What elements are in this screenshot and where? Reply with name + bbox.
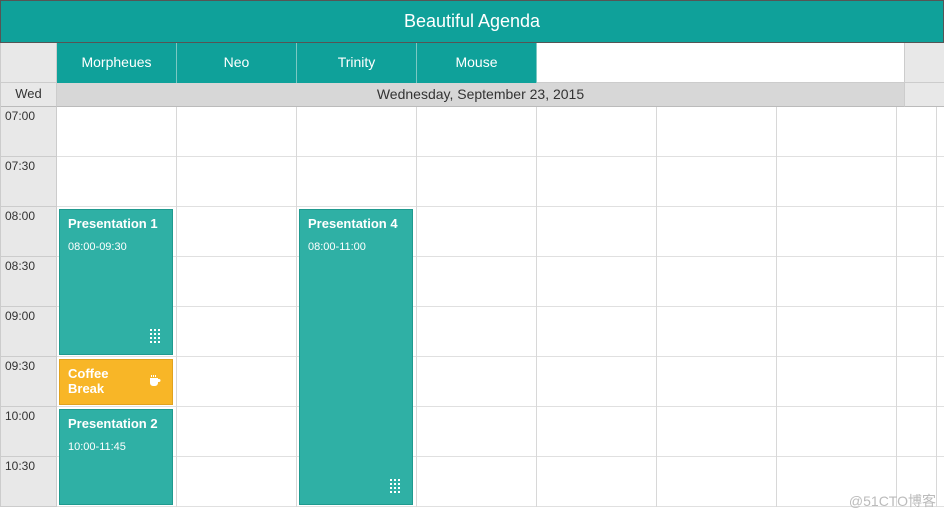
coffee-cup-icon (148, 373, 164, 389)
coffee-break-appointment[interactable]: Coffee Break (59, 359, 173, 405)
resource-tab[interactable]: Morpheues (57, 43, 177, 83)
appointment-title: Presentation 4 (308, 216, 404, 231)
time-slot-label: 07:30 (1, 157, 56, 207)
resource-column[interactable] (417, 107, 537, 507)
resource-tabs: MorpheuesNeoTrinityMouse (57, 43, 944, 83)
time-slot-label: 10:00 (1, 407, 56, 457)
resource-tab[interactable]: Neo (177, 43, 297, 83)
resource-tab[interactable]: Mouse (417, 43, 537, 83)
calendar-grid: 07:0007:3008:0008:3009:0009:3010:0010:30… (0, 107, 944, 507)
presentation-appointment[interactable]: Presentation 4 08:00-11:00 (299, 209, 413, 505)
title-bar: Beautiful Agenda (0, 0, 944, 43)
time-column: 07:0007:3008:0008:3009:0009:3010:0010:30 (1, 107, 57, 507)
appointment-title: Presentation 2 (68, 416, 164, 431)
header-far (904, 43, 944, 83)
drag-grip-icon[interactable] (390, 479, 404, 500)
drag-grip-icon[interactable] (150, 329, 164, 350)
resource-column[interactable] (177, 107, 297, 507)
time-slot-label: 08:00 (1, 207, 56, 257)
resource-header-row: MorpheuesNeoTrinityMouse (0, 43, 944, 83)
appointment-time: 10:00-11:45 (68, 441, 164, 453)
appointment-time: 08:00-09:30 (68, 241, 164, 253)
day-header-end (904, 83, 944, 107)
appointment-title: Coffee Break (68, 366, 164, 396)
appointment-title: Presentation 1 (68, 216, 164, 231)
app-title: Beautiful Agenda (404, 11, 540, 31)
time-slot-label: 08:30 (1, 257, 56, 307)
time-slot-label: 10:30 (1, 457, 56, 507)
presentation-appointment[interactable]: Presentation 1 08:00-09:30 (59, 209, 173, 355)
day-header-row: Wed Wednesday, September 23, 2015 (0, 83, 944, 107)
day-full-label: Wednesday, September 23, 2015 (57, 83, 904, 107)
resource-column[interactable]: Presentation 4 08:00-11:00 (297, 107, 417, 507)
blank-column (777, 107, 897, 507)
time-slot-label: 09:30 (1, 357, 56, 407)
blank-column (537, 107, 657, 507)
presentation-appointment[interactable]: Presentation 2 10:00-11:45 (59, 409, 173, 505)
resource-tab[interactable]: Trinity (297, 43, 417, 83)
resource-column[interactable]: Presentation 1 08:00-09:30 Coffee Break Pre… (57, 107, 177, 507)
grid-body: Presentation 1 08:00-09:30 Coffee Break Pre… (57, 107, 944, 507)
far-column (897, 107, 937, 507)
time-slot-label: 07:00 (1, 107, 56, 157)
appointment-time: 08:00-11:00 (308, 241, 404, 253)
blank-column (657, 107, 777, 507)
header-spacer (1, 43, 57, 83)
header-filler (537, 43, 904, 83)
day-short-label: Wed (1, 83, 57, 107)
watermark: @51CTO博客 (849, 491, 936, 511)
time-slot-label: 09:00 (1, 307, 56, 357)
